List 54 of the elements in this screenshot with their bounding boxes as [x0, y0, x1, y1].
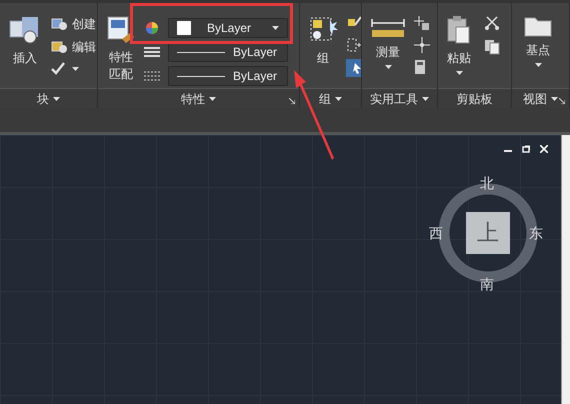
color-wheel-icon	[145, 21, 159, 35]
ribbon-button[interactable]: 插入	[4, 11, 46, 77]
caret-icon	[272, 26, 279, 30]
caret-icon	[384, 65, 392, 69]
folder-icon	[524, 15, 552, 37]
group-edit-icon[interactable]	[346, 37, 361, 53]
panel-title[interactable]: 块	[37, 90, 49, 108]
ribbon-button[interactable]: 基点	[520, 11, 556, 67]
panel-menu-caret-icon	[422, 96, 429, 100]
panel-title[interactable]: 特性	[181, 90, 205, 108]
panel-title[interactable]: 组	[319, 90, 331, 108]
panel-menu-caret-icon	[551, 96, 558, 100]
caret-icon	[456, 71, 462, 75]
ribbon-small-button[interactable]: 创建	[50, 15, 96, 33]
ribbon-button[interactable]: 组	[304, 11, 342, 77]
property-dropdown[interactable]: ByLayer	[168, 18, 288, 38]
compass-label: 西	[429, 224, 443, 243]
ribbon-button[interactable]: 测量	[366, 11, 410, 75]
point-coordinate-icon[interactable]	[414, 15, 430, 31]
ribbon-small-button[interactable]: 编辑	[50, 38, 96, 56]
select-group-icon[interactable]	[346, 59, 361, 77]
calculator-icon[interactable]	[414, 59, 426, 75]
caret-icon	[72, 67, 79, 71]
property-dropdown[interactable]: ByLayer	[168, 66, 288, 86]
linetype-icon	[144, 70, 160, 82]
caret-icon	[534, 63, 542, 67]
copy-icon[interactable]	[484, 39, 500, 55]
panel-title[interactable]: 视图	[523, 90, 547, 108]
match-properties-icon	[106, 15, 136, 45]
panel-menu-caret-icon	[53, 96, 60, 100]
compass-label: 北	[480, 174, 494, 193]
property-dropdown[interactable]: ByLayer	[168, 42, 288, 62]
attribute-icon[interactable]	[50, 61, 68, 77]
panel-menu-caret-icon	[209, 96, 216, 100]
viewcube-face[interactable]: 上	[466, 212, 510, 254]
restore-icon[interactable]	[522, 145, 530, 153]
ribbon-button[interactable]: 特性匹配	[102, 11, 140, 86]
panel-menu-caret-icon	[335, 96, 342, 100]
create-block-icon[interactable]	[50, 16, 68, 32]
paste-icon	[446, 15, 472, 45]
panel-title[interactable]: 实用工具	[370, 90, 418, 108]
compass-label: 东	[529, 224, 543, 243]
scissors-icon[interactable]	[484, 15, 500, 31]
scroll-bar[interactable]	[561, 135, 570, 404]
dialog-launcher-icon[interactable]	[559, 98, 565, 104]
edit-block-icon[interactable]	[50, 39, 68, 55]
crosshair-icon[interactable]	[414, 37, 430, 53]
compass-label: 南	[480, 275, 494, 294]
dialog-launcher-icon[interactable]	[289, 98, 295, 104]
lineweight-icon	[144, 46, 160, 58]
color-swatch-icon	[177, 21, 191, 35]
close-icon[interactable]	[540, 145, 548, 153]
panel-title[interactable]: 剪贴板	[456, 90, 492, 108]
ribbon-button[interactable]: 粘贴	[442, 11, 476, 75]
